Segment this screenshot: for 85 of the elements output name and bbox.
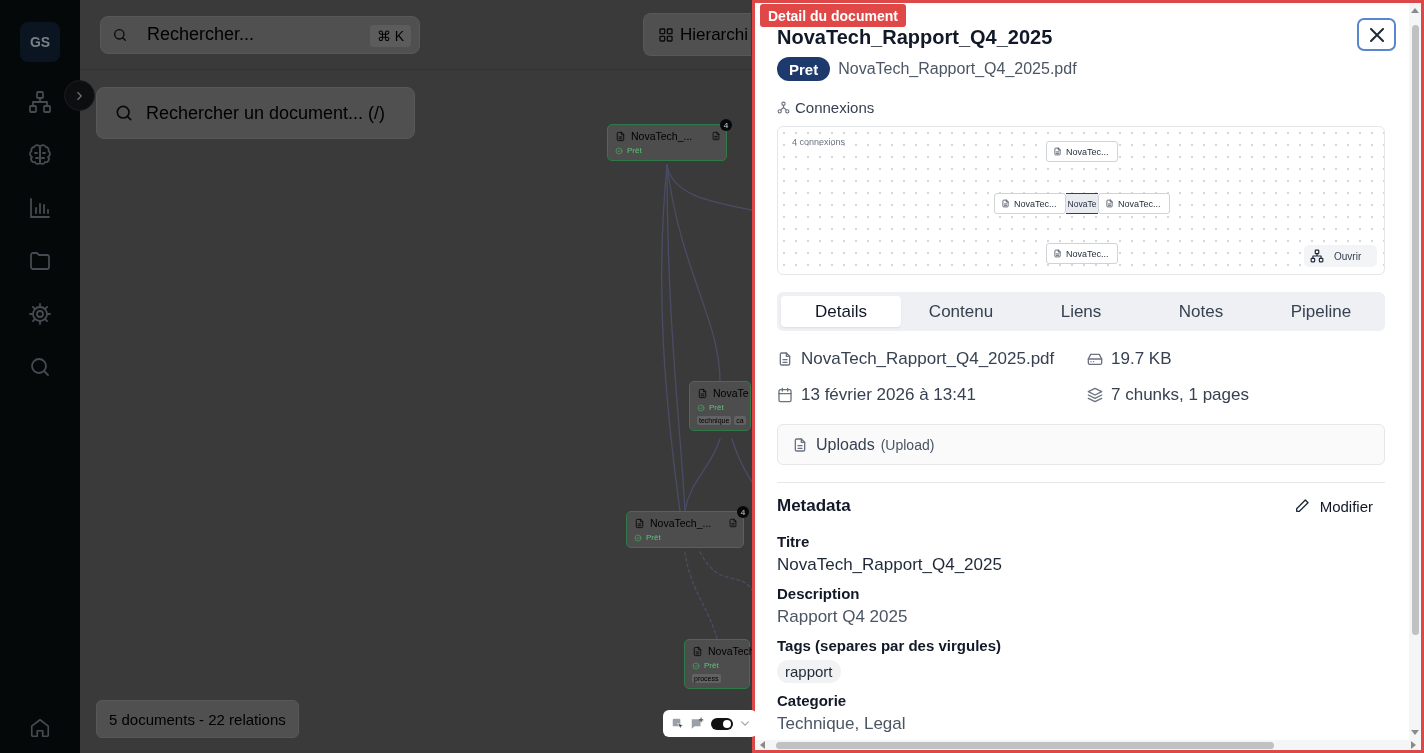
upload-date: 13 février 2026 à 13:41 xyxy=(801,385,976,405)
field-value: NovaTech_Rapport_Q4_2025 xyxy=(777,554,1002,576)
tab[interactable]: Liens xyxy=(1021,296,1141,327)
mini-node[interactable]: NovaTec... xyxy=(1046,141,1118,162)
check-circle-icon xyxy=(692,661,700,670)
settings-icon[interactable] xyxy=(28,302,52,326)
file-icon xyxy=(777,351,793,367)
status-badge: Pret xyxy=(777,57,831,81)
field-label: Tags (separes par des virgules) xyxy=(777,636,1001,656)
node-title: NovaTech_... xyxy=(631,130,693,142)
mini-node[interactable]: NovaTec... xyxy=(1046,243,1118,264)
scroll-up-icon[interactable] xyxy=(1411,8,1419,13)
brain-icon[interactable] xyxy=(28,143,52,167)
file-icon xyxy=(692,645,703,657)
count-badge: 4 xyxy=(720,119,732,131)
scrollbar-thumb[interactable] xyxy=(1411,25,1419,635)
node-status: Prêt xyxy=(627,146,642,155)
tab[interactable]: Notes xyxy=(1141,296,1261,327)
file-icon xyxy=(711,131,721,141)
field-label: Description xyxy=(777,584,860,604)
edit-button[interactable]: Modifier xyxy=(1293,497,1385,515)
connection-count: 4 connexions xyxy=(792,137,846,147)
scroll-right-icon[interactable] xyxy=(1411,741,1416,749)
select-cursor-icon[interactable] xyxy=(671,716,685,731)
field-label: Categorie xyxy=(777,691,847,711)
source-name: Uploads xyxy=(816,435,875,454)
file-icon xyxy=(615,130,626,142)
chunk-count: 7 chunks, 1 pages xyxy=(1111,385,1249,405)
mini-node[interactable]: NovaTec... xyxy=(994,193,1066,214)
horizontal-scrollbar[interactable] xyxy=(755,740,1421,750)
hierarchy-icon[interactable] xyxy=(28,90,52,114)
layers-icon xyxy=(1087,387,1103,403)
connections-icon xyxy=(777,100,790,114)
search-icon[interactable] xyxy=(28,355,52,379)
node-status: Prêt xyxy=(646,533,661,542)
document-search-field[interactable]: Rechercher un document... (/) xyxy=(96,87,415,139)
calendar-icon xyxy=(777,387,793,403)
search-icon xyxy=(114,103,134,123)
file-name: NovaTech_Rapport_Q4_2025.pdf xyxy=(838,60,1077,78)
stats-label: 5 documents - 22 relations xyxy=(96,700,299,738)
section-title: Metadata xyxy=(777,496,851,516)
field-value: Rapport Q4 2025 xyxy=(777,606,908,628)
avatar-tile[interactable]: GS xyxy=(20,22,60,62)
chevron-right-icon xyxy=(76,90,83,101)
tag-chip: rapport xyxy=(777,660,841,683)
mini-node[interactable]: NovaTec... xyxy=(1098,193,1170,214)
hierarchy-icon xyxy=(1310,249,1324,263)
close-button[interactable] xyxy=(1357,18,1396,51)
document-title: NovaTech_Rapport_Q4_2025 xyxy=(777,25,1053,49)
field-label: Titre xyxy=(777,532,810,552)
file-icon xyxy=(1105,199,1114,208)
comment-plus-icon[interactable] xyxy=(690,716,704,731)
section-title: Connexions xyxy=(795,98,875,116)
check-circle-icon xyxy=(615,146,623,155)
close-icon xyxy=(1369,27,1384,42)
scroll-left-icon[interactable] xyxy=(760,741,765,749)
search-icon xyxy=(112,26,128,43)
file-icon xyxy=(1001,199,1010,208)
open-button[interactable]: Ouvrir xyxy=(1304,245,1377,267)
check-circle-icon xyxy=(634,533,642,542)
grid-icon xyxy=(658,26,674,43)
home-icon[interactable] xyxy=(29,717,51,739)
toggle-switch[interactable] xyxy=(711,717,733,730)
file-icon xyxy=(792,436,808,453)
scroll-down-icon[interactable] xyxy=(1411,730,1419,735)
bar-chart-icon[interactable] xyxy=(28,196,52,220)
file-size: 19.7 KB xyxy=(1111,349,1172,369)
vertical-scrollbar[interactable] xyxy=(1409,3,1421,740)
tab[interactable]: Contenu xyxy=(901,296,1021,327)
panel-label: Detail du document xyxy=(760,4,906,27)
current-node[interactable]: NovaTe xyxy=(1066,193,1098,214)
source-type: (Upload) xyxy=(880,436,935,453)
file-icon xyxy=(1053,249,1062,258)
chevron-down-icon[interactable] xyxy=(741,721,749,726)
tab[interactable]: Pipeline xyxy=(1261,296,1381,327)
pencil-icon xyxy=(1293,498,1310,514)
hard-drive-icon xyxy=(1087,351,1103,367)
file-icon xyxy=(1053,147,1062,156)
field-value: Technique, Legal xyxy=(777,713,906,735)
folder-icon[interactable] xyxy=(28,249,52,273)
scrollbar-thumb[interactable] xyxy=(776,741,1274,749)
file-name: NovaTech_Rapport_Q4_2025.pdf xyxy=(801,349,1055,369)
file-icon xyxy=(634,517,645,529)
tab[interactable]: Details xyxy=(781,296,901,327)
node-status: Prêt xyxy=(704,661,719,670)
